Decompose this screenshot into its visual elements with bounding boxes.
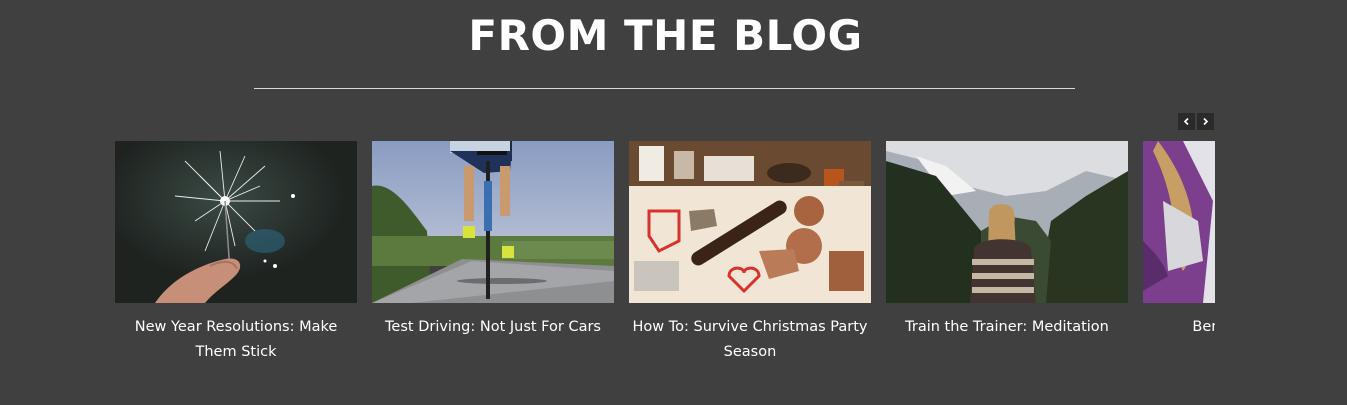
chevron-left-icon (1183, 117, 1189, 126)
post-thumbnail[interactable] (372, 141, 614, 303)
post-title[interactable]: Train the Trainer: Meditation (886, 315, 1128, 340)
cyclist-photo (372, 141, 614, 303)
mountain-valley-photo (886, 141, 1128, 303)
post-title[interactable]: How To: Survive Christmas Party Season (629, 315, 871, 365)
post-title[interactable]: New Year Resolutions: Make Them Stick (115, 315, 357, 365)
post-thumbnail[interactable] (115, 141, 357, 303)
blog-post-card[interactable]: Train the Trainer: Meditation (886, 141, 1128, 340)
post-title[interactable]: Test Driving: Not Just For Cars (372, 315, 614, 340)
blog-post-card[interactable]: New Year Resolutions: Make Them Stick (115, 141, 357, 365)
carousel-next-button[interactable] (1197, 113, 1214, 130)
post-thumbnail[interactable] (886, 141, 1128, 303)
blog-post-card[interactable]: Test Driving: Not Just For Cars (372, 141, 614, 340)
carousel-prev-button[interactable] (1178, 113, 1195, 130)
blog-section: FROM THE BLOG New Year Resolutions: Make… (0, 0, 1347, 405)
section-title: FROM THE BLOG (468, 11, 863, 60)
cookie-baking-photo (629, 141, 871, 303)
post-title[interactable]: Benefits of ... the ... (1143, 315, 1215, 340)
chevron-right-icon (1203, 117, 1209, 126)
post-thumbnail[interactable] (1143, 141, 1215, 303)
blog-carousel: New Year Resolutions: Make Them Stick Te… (115, 141, 1215, 371)
title-divider (254, 88, 1075, 89)
carousel-nav (1178, 113, 1214, 130)
blog-post-card[interactable]: How To: Survive Christmas Party Season (629, 141, 871, 365)
post-thumbnail[interactable] (629, 141, 871, 303)
sparkler-photo (115, 141, 357, 303)
woman-purple-jacket-photo (1143, 141, 1215, 303)
blog-post-card[interactable]: Benefits of ... the ... (1143, 141, 1215, 340)
